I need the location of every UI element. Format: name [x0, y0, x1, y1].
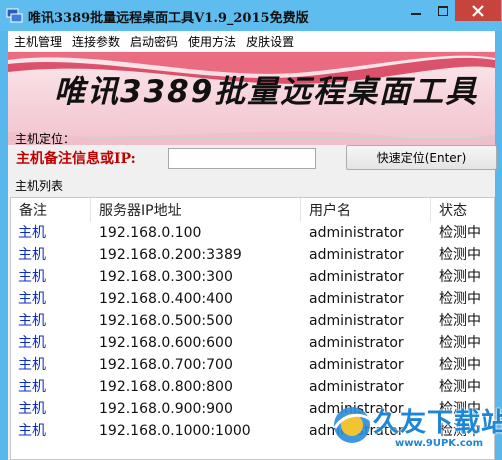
row-username: administrator — [309, 357, 404, 373]
column-header-username[interactable]: 用户名 — [301, 198, 431, 222]
app-icon — [6, 8, 23, 23]
row-ip: 192.168.0.300:300 — [99, 269, 233, 285]
row-status: 检测中 — [439, 313, 481, 329]
row-username: administrator — [309, 401, 404, 417]
row-status: 检测中 — [439, 379, 481, 395]
menu-skin-settings[interactable]: 皮肤设置 — [241, 33, 299, 50]
maximize-icon — [437, 5, 448, 16]
main-client-area: 主机管理 连接参数 启动密码 使用方法 皮肤设置 唯讯3389批量远程桌面工具 … — [8, 31, 497, 460]
row-username: administrator — [309, 313, 404, 329]
row-ip: 192.168.0.1000:1000 — [99, 423, 251, 439]
divider — [86, 138, 491, 139]
menu-bar: 主机管理 连接参数 启动密码 使用方法 皮肤设置 — [8, 31, 495, 51]
row-status: 检测中 — [439, 357, 481, 373]
table-row[interactable]: 主机 192.168.0.700:700 administrator 检测中 — [11, 354, 494, 376]
row-ip: 192.168.0.600:600 — [99, 335, 233, 351]
row-note: 主机 — [18, 401, 46, 417]
locate-field-label: 主机备注信息或IP: — [16, 151, 136, 167]
column-header-status[interactable]: 状态 — [431, 198, 494, 222]
row-status: 检测中 — [439, 269, 481, 285]
row-username: administrator — [309, 379, 404, 395]
row-note: 主机 — [18, 291, 46, 307]
table-row[interactable]: 主机 192.168.0.500:500 administrator 检测中 — [11, 310, 494, 332]
row-ip: 192.168.0.400:400 — [99, 291, 233, 307]
row-status: 检测中 — [439, 225, 481, 241]
locate-input[interactable] — [168, 148, 316, 169]
menu-host-management[interactable]: 主机管理 — [9, 33, 67, 50]
row-status: 检测中 — [439, 335, 481, 351]
row-username: administrator — [309, 269, 404, 285]
row-note: 主机 — [18, 313, 46, 329]
table-row[interactable]: 主机 192.168.0.600:600 administrator 检测中 — [11, 332, 494, 354]
row-ip: 192.168.0.900:900 — [99, 401, 233, 417]
table-row[interactable]: 主机 192.168.0.100 administrator 检测中 — [11, 222, 494, 244]
minimize-button[interactable] — [402, 0, 430, 21]
row-ip: 192.168.0.700:700 — [99, 357, 233, 373]
table-row[interactable]: 主机 192.168.0.800:800 administrator 检测中 — [11, 376, 494, 398]
row-username: administrator — [309, 247, 404, 263]
table-row[interactable]: 主机 192.168.0.200:3389 administrator 检测中 — [11, 244, 494, 266]
row-note: 主机 — [18, 247, 46, 263]
banner-title: 唯讯3389批量远程桌面工具 — [54, 74, 479, 110]
row-note: 主机 — [18, 269, 46, 285]
menu-connection-params[interactable]: 连接参数 — [67, 33, 125, 50]
row-status: 检测中 — [439, 401, 481, 417]
locate-group-label: 主机定位： — [15, 132, 76, 146]
menu-startup-password[interactable]: 启动密码 — [125, 33, 183, 50]
row-username: administrator — [309, 291, 404, 307]
row-status: 检测中 — [439, 291, 481, 307]
row-note: 主机 — [18, 357, 46, 373]
row-status: 检测中 — [439, 247, 481, 263]
column-header-ip[interactable]: 服务器IP地址 — [91, 198, 301, 222]
row-username: administrator — [309, 225, 404, 241]
maximize-button[interactable] — [429, 0, 456, 21]
row-note: 主机 — [18, 379, 46, 395]
title-bar[interactable]: 唯讯3389批量远程桌面工具V1.9_2015免费版 — [0, 0, 502, 31]
column-header-note[interactable]: 备注 — [11, 198, 91, 222]
row-username: administrator — [309, 423, 404, 439]
row-note: 主机 — [18, 225, 46, 241]
row-ip: 192.168.0.800:800 — [99, 379, 233, 395]
row-note: 主机 — [18, 335, 46, 351]
table-row[interactable]: 主机 192.168.0.1000:1000 administrator 检测中 — [11, 420, 494, 442]
close-button[interactable] — [455, 0, 501, 21]
close-icon — [472, 4, 484, 17]
host-list-group-label: 主机列表 — [15, 179, 64, 193]
quick-locate-button[interactable]: 快速定位(Enter) — [346, 145, 497, 170]
minimize-icon — [411, 12, 421, 15]
row-note: 主机 — [18, 423, 46, 439]
row-status: 检测中 — [439, 423, 481, 439]
table-row[interactable]: 主机 192.168.0.400:400 administrator 检测中 — [11, 288, 494, 310]
menu-usage-help[interactable]: 使用方法 — [183, 33, 241, 50]
window-title: 唯讯3389批量远程桌面工具V1.9_2015免费版 — [28, 11, 309, 26]
row-ip: 192.168.0.200:3389 — [99, 247, 242, 263]
row-username: administrator — [309, 335, 404, 351]
row-ip: 192.168.0.100 — [99, 225, 202, 241]
banner: 唯讯3389批量远程桌面工具 — [8, 52, 495, 145]
row-ip: 192.168.0.500:500 — [99, 313, 233, 329]
table-row[interactable]: 主机 192.168.0.300:300 administrator 检测中 — [11, 266, 494, 288]
table-row[interactable]: 主机 192.168.0.900:900 administrator 检测中 — [11, 398, 494, 420]
host-list[interactable]: 备注 服务器IP地址 用户名 状态 主机 192.168.0.100 admin… — [10, 197, 495, 460]
